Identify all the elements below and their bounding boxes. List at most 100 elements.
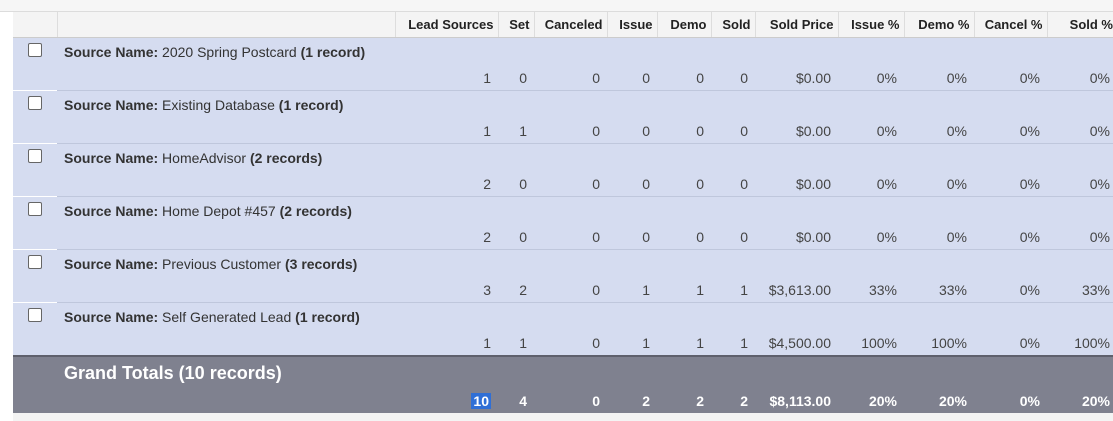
value-cell: 33%: [838, 278, 904, 303]
value-cell: 1: [607, 331, 657, 357]
spacer-cell: [57, 331, 395, 357]
value-cell: 0: [534, 278, 607, 303]
col-header[interactable]: Canceled: [533, 12, 607, 38]
totals-checkbox-spacer: [13, 389, 57, 413]
value-cell: 0%: [904, 172, 974, 197]
row-checkbox[interactable]: [28, 202, 42, 216]
col-header[interactable]: Demo %: [903, 12, 974, 38]
group-values-row: 2 0 0 0 0 0 $0.00 0% 0% 0% 0%: [13, 225, 1113, 250]
header-row: Lead Sources Set Canceled Issue Demo Sol…: [13, 12, 1113, 38]
group-header-row: Source Name: Previous Customer (3 record…: [13, 249, 1113, 303]
row-checkbox-cell: [13, 143, 57, 197]
row-checkbox[interactable]: [28, 43, 42, 57]
group-prefix: Source Name:: [64, 256, 159, 272]
spacer-cell: [57, 119, 395, 144]
value-cell: 0: [607, 225, 657, 250]
col-header[interactable]: Cancel %: [973, 12, 1047, 38]
group-header-row: Source Name: Self Generated Lead (1 reco…: [13, 302, 1113, 356]
total-value-cell: 2: [711, 389, 755, 413]
grand-totals-label: Grand Totals (10 records): [57, 355, 1113, 389]
col-header[interactable]: Sold %: [1046, 12, 1113, 38]
row-checkbox-cell: [13, 196, 57, 250]
row-checkbox[interactable]: [28, 149, 42, 163]
group-name: Existing Database: [162, 97, 275, 113]
value-cell: 0%: [838, 66, 904, 91]
group-prefix: Source Name:: [64, 309, 159, 325]
row-checkbox-cell: [13, 90, 57, 144]
col-header[interactable]: Sold Price: [754, 12, 838, 38]
value-cell: 0: [498, 172, 534, 197]
totals-checkbox-spacer: [13, 355, 57, 389]
row-checkbox[interactable]: [28, 308, 42, 322]
value-cell: 0%: [974, 172, 1047, 197]
group-prefix: Source Name:: [64, 150, 159, 166]
col-header[interactable]: Set: [497, 12, 534, 38]
group-count: (1 record): [278, 97, 344, 113]
value-cell: 2: [498, 278, 534, 303]
col-header[interactable]: Demo: [656, 12, 711, 38]
spacer-cell: [57, 389, 395, 413]
total-value-cell: 2: [657, 389, 711, 413]
group-count: (1 record): [300, 44, 366, 60]
col-header[interactable]: Lead Sources: [394, 12, 498, 38]
value-cell: $0.00: [755, 225, 838, 250]
total-value-cell: $8,113.00: [755, 389, 838, 413]
row-checkbox[interactable]: [28, 255, 42, 269]
value-cell: 0: [711, 172, 755, 197]
value-cell: 0%: [904, 66, 974, 91]
col-header[interactable]: Issue %: [837, 12, 904, 38]
table-footer: [13, 413, 1113, 421]
total-value-cell: 20%: [838, 389, 904, 413]
value-cell: $0.00: [755, 119, 838, 144]
group-values-row: 1 1 0 0 0 0 $0.00 0% 0% 0% 0%: [13, 119, 1113, 144]
value-cell: 0%: [838, 119, 904, 144]
value-cell: 100%: [904, 331, 974, 357]
value-cell: 0: [607, 119, 657, 144]
value-cell: 0: [534, 66, 607, 91]
value-cell: 0%: [904, 225, 974, 250]
value-cell: 0%: [974, 331, 1047, 357]
group-prefix: Source Name:: [64, 97, 159, 113]
value-cell: 0: [534, 225, 607, 250]
value-cell: 0%: [1047, 66, 1113, 91]
value-cell: 0%: [1047, 172, 1113, 197]
header-spacer: [56, 12, 395, 38]
value-cell: 0%: [974, 225, 1047, 250]
spacer-cell: [57, 225, 395, 250]
value-cell: 0: [657, 66, 711, 91]
value-cell: 0: [657, 119, 711, 144]
col-header[interactable]: Sold: [710, 12, 755, 38]
total-value-cell: 4: [498, 389, 534, 413]
value-cell: 0: [711, 119, 755, 144]
group-count: (2 records): [279, 203, 352, 219]
grand-totals-values-row: 10 4 0 2 2 2 $8,113.00 20% 20% 0% 20%: [13, 389, 1113, 413]
group-prefix: Source Name:: [64, 44, 159, 60]
group-values-row: 1 1 0 1 1 1 $4,500.00 100% 100% 0% 100%: [13, 331, 1113, 357]
value-cell: 1: [395, 119, 498, 144]
grand-totals-row: Grand Totals (10 records): [13, 355, 1113, 389]
spacer-cell: [57, 172, 395, 197]
group-count: (3 records): [284, 256, 358, 272]
value-cell: 0: [534, 172, 607, 197]
value-cell: 2: [395, 172, 498, 197]
group-header-row: Source Name: Existing Database (1 record…: [13, 90, 1113, 144]
total-value-cell: 10: [395, 389, 498, 413]
value-cell: 3: [395, 278, 498, 303]
row-checkbox[interactable]: [28, 96, 42, 110]
value-cell: 0: [534, 119, 607, 144]
value-cell: 0: [657, 225, 711, 250]
group-values-row: 2 0 0 0 0 0 $0.00 0% 0% 0% 0%: [13, 172, 1113, 197]
value-cell: 33%: [1047, 278, 1113, 303]
total-value-cell: 2: [607, 389, 657, 413]
value-cell: 0: [711, 225, 755, 250]
row-checkbox-cell: [13, 302, 57, 356]
value-cell: 1: [498, 331, 534, 357]
col-header[interactable]: Issue: [606, 12, 657, 38]
value-cell: 0%: [974, 119, 1047, 144]
value-cell: 0%: [838, 172, 904, 197]
group-name: Previous Customer: [162, 256, 282, 272]
value-cell: 1: [711, 278, 755, 303]
value-cell: 1: [395, 66, 498, 91]
value-cell: 0: [607, 172, 657, 197]
group-name: Self Generated Lead: [162, 309, 292, 325]
